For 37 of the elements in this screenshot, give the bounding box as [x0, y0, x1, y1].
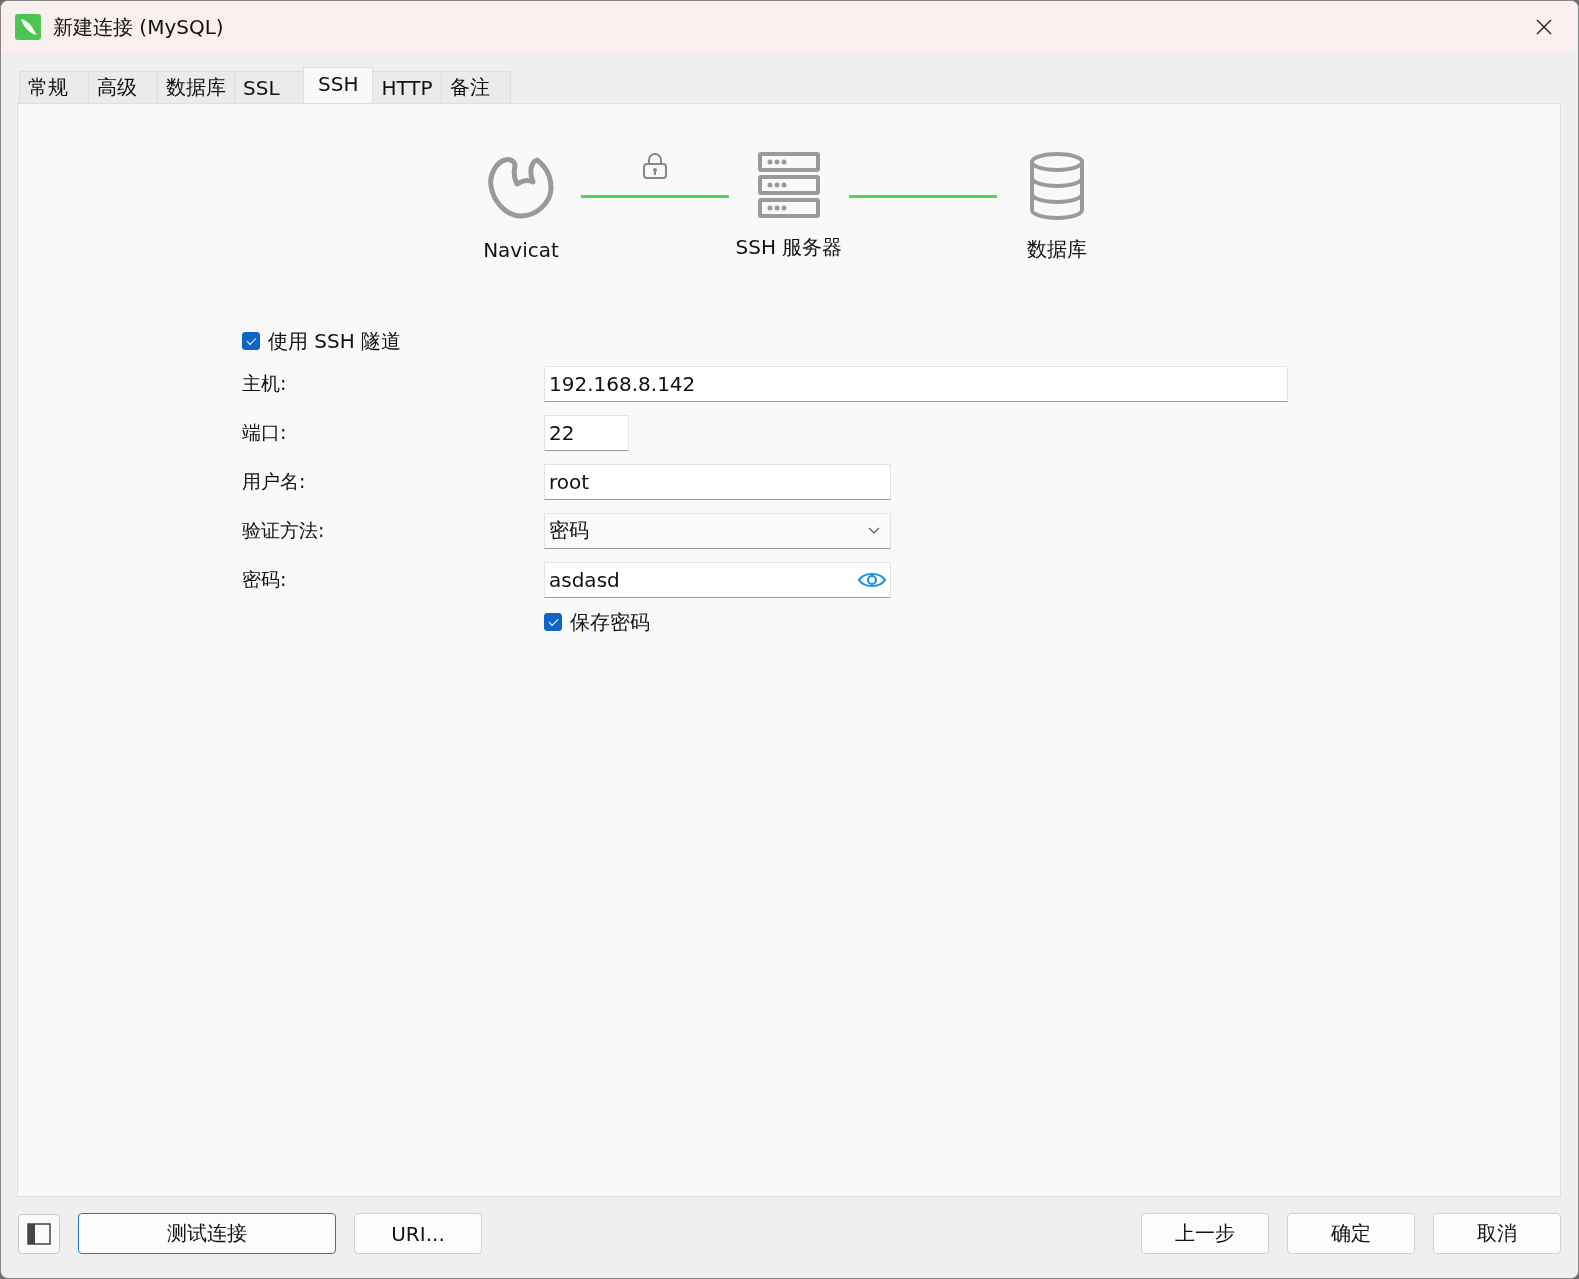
input-field[interactable]: 192.168.8.142: [544, 365, 1288, 402]
field-label: 端口:: [242, 419, 288, 445]
node-label: Navicat: [483, 238, 559, 262]
window-title: 新建连接 (MySQL): [53, 13, 225, 41]
checkbox[interactable]: [544, 613, 562, 631]
footer-button[interactable]: URI...: [354, 1213, 482, 1254]
checkbox[interactable]: [242, 332, 260, 350]
tab[interactable]: 高级: [88, 71, 158, 103]
node-label: SSH 服务器: [735, 234, 843, 261]
footer-button[interactable]: 确定: [1287, 1213, 1415, 1254]
field-label: 主机:: [242, 370, 288, 396]
field-label: 密码:: [242, 566, 288, 592]
tab[interactable]: SSH: [303, 67, 374, 103]
database-icon: [1029, 152, 1085, 220]
checkbox-label: 使用 SSH 隧道: [268, 327, 402, 355]
checkbox-label: 保存密码: [570, 608, 650, 636]
input-field[interactable]: root: [544, 463, 891, 500]
padlock-icon: [642, 152, 668, 180]
chevron-down-icon: [868, 526, 880, 535]
tab[interactable]: HTTP: [372, 71, 443, 103]
input-field[interactable]: 22: [544, 414, 629, 451]
sidebar-toggle-button[interactable]: [18, 1213, 60, 1254]
dropdown[interactable]: 密码: [544, 512, 891, 549]
footer-button[interactable]: 测试连接: [78, 1213, 336, 1254]
sidebar-panel-icon: [27, 1222, 51, 1245]
field-label: 验证方法:: [242, 517, 326, 543]
password-field[interactable]: asdasd: [544, 561, 891, 598]
node-label: 数据库: [1027, 236, 1087, 263]
server-icon: [758, 152, 820, 218]
tab[interactable]: SSL: [234, 71, 304, 103]
tab[interactable]: 数据库: [157, 71, 235, 103]
tab[interactable]: 常规: [19, 71, 89, 103]
footer-button[interactable]: 取消: [1433, 1213, 1561, 1254]
close-icon[interactable]: [1536, 19, 1552, 35]
footer-button[interactable]: 上一步: [1141, 1213, 1269, 1254]
tab[interactable]: 备注: [441, 71, 512, 103]
field-label: 用户名:: [242, 468, 307, 494]
